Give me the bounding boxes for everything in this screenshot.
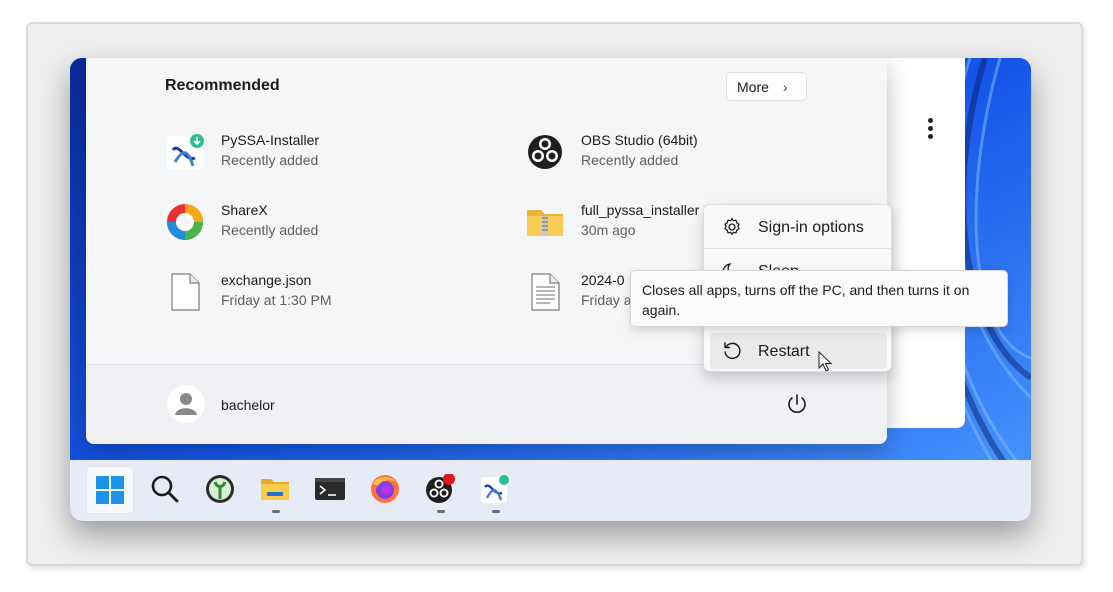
item-name: OBS Studio (64bit) <box>581 132 698 148</box>
restart-icon <box>724 342 741 360</box>
item-name: exchange.json <box>221 272 312 288</box>
menu-divider <box>704 248 891 249</box>
search-icon <box>151 475 179 503</box>
recommended-item-sharex[interactable]: ShareX Recently added <box>165 196 485 246</box>
text-file-icon <box>531 273 560 311</box>
taskbar-firefox-button[interactable] <box>362 466 410 514</box>
pymol-icon <box>206 475 234 503</box>
zip-folder-icon <box>527 210 563 236</box>
desktop: Recommended More › PySSA-Installer Recen… <box>70 58 1031 521</box>
user-avatar[interactable] <box>167 385 205 423</box>
item-name: full_pyssa_installer <box>581 202 700 218</box>
power-icon[interactable] <box>784 391 810 417</box>
item-name: ShareX <box>221 202 268 218</box>
file-icon <box>171 273 200 311</box>
recommended-title: Recommended <box>165 77 280 94</box>
more-button[interactable]: More › <box>726 72 807 101</box>
taskbar-search-button[interactable] <box>142 466 190 514</box>
running-indicator <box>492 510 500 513</box>
taskbar <box>70 460 1031 521</box>
restart-label: Restart <box>758 343 810 360</box>
item-name: PySSA-Installer <box>221 132 320 148</box>
more-options-icon[interactable] <box>925 118 935 142</box>
restart-tooltip: Closes all apps, turns off the PC, and t… <box>630 270 1008 327</box>
recommended-item-pyssa-installer[interactable]: PySSA-Installer Recently added <box>165 126 485 176</box>
more-button-label: More <box>737 78 769 95</box>
gear-icon <box>724 217 740 236</box>
running-indicator <box>272 510 280 513</box>
item-subtitle: Recently added <box>581 152 679 168</box>
user-name[interactable]: bachelor <box>221 397 275 413</box>
obs-icon <box>528 135 562 169</box>
sign-in-options-button[interactable]: Sign-in options <box>710 209 887 245</box>
item-name: 2024-0 <box>581 272 625 288</box>
taskbar-pymol-button[interactable] <box>197 466 245 514</box>
sharex-icon <box>167 204 203 240</box>
restart-button[interactable]: Restart <box>710 333 887 369</box>
taskbar-file-explorer-button[interactable] <box>252 466 300 514</box>
taskbar-terminal-button[interactable] <box>307 466 355 514</box>
firefox-icon <box>371 475 399 503</box>
sign-in-options-label: Sign-in options <box>758 219 864 236</box>
chevron-right-icon: › <box>782 78 788 95</box>
file-explorer-icon <box>261 479 289 500</box>
user-avatar-icon <box>175 393 197 415</box>
item-subtitle: 30m ago <box>581 222 636 238</box>
item-subtitle: Friday at 1:30 PM <box>221 292 332 308</box>
running-indicator <box>437 510 445 513</box>
recommended-item-exchange-json[interactable]: exchange.json Friday at 1:30 PM <box>165 266 485 316</box>
item-subtitle: Friday a <box>581 292 632 308</box>
user-bar: bachelor <box>86 364 887 444</box>
taskbar-start-button[interactable] <box>86 466 134 514</box>
windows-start-icon <box>96 476 124 504</box>
item-subtitle: Recently added <box>221 222 319 238</box>
obs-recording-icon <box>426 474 455 503</box>
mouse-cursor-icon <box>818 351 832 372</box>
taskbar-pyssa-installer-button[interactable] <box>472 466 520 514</box>
pyssa-installer-icon <box>167 134 204 170</box>
item-subtitle: Recently added <box>221 152 319 168</box>
pyssa-installer-icon <box>481 475 509 503</box>
recommended-item-obs-studio[interactable]: OBS Studio (64bit) Recently added <box>525 126 845 176</box>
taskbar-obs-button[interactable] <box>417 466 465 514</box>
terminal-icon <box>315 478 345 500</box>
